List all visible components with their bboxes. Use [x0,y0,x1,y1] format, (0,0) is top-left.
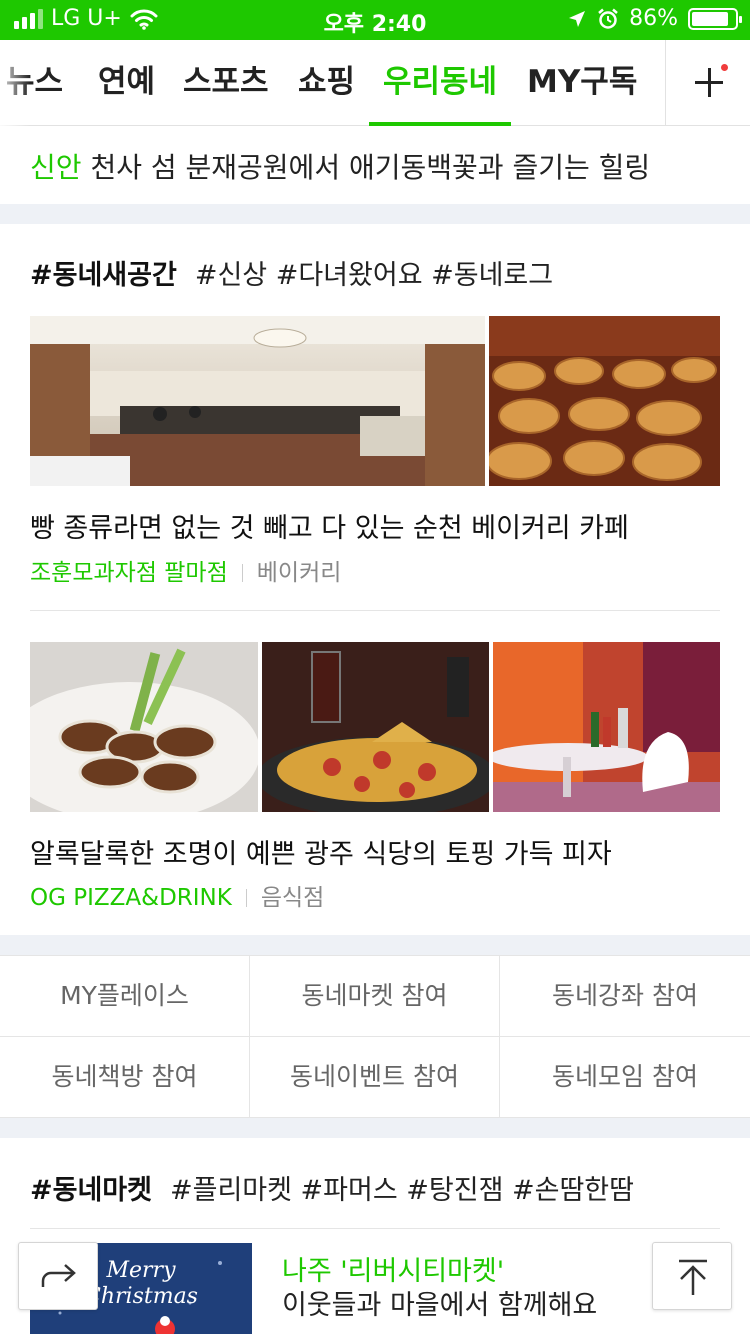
card-meta: OG PIZZA&DRINK 음식점 [30,878,324,912]
tab-neighborhood[interactable]: 우리동네 [368,40,512,126]
tab-shopping[interactable]: 쇼핑 [298,40,355,126]
divider [30,610,720,611]
neighborhood-event-join-link[interactable]: 동네이벤트 참여 [250,1037,500,1118]
divider [30,1228,720,1229]
new-space-tags: #신상 #다녀왔어요 #동네로그 [194,260,554,291]
market-item-region: 나주 '리버시티마켓' [282,1256,505,1287]
headline-text: 천사 섬 분재공원에서 애기동백꽃과 즐기는 힐링 [90,151,651,184]
card-meta: 조훈모과자점 팔마점 베이커리 [30,553,341,587]
section-gap [0,935,750,955]
market-header: #동네마켓 #플리마켓 #파머스 #탕진잼 #손땀한땀 [30,1168,634,1207]
tab-scroll: 뉴스 연예 스포츠 쇼핑 우리동네 MY구독 [0,40,665,126]
section-gap [0,1118,750,1138]
status-right: 86% [567,6,742,31]
headline-link[interactable]: 신안 천사 섬 분재공원에서 애기동백꽃과 즐기는 힐링 [0,126,750,204]
market-title: #동네마켓 [30,1175,152,1206]
my-place-link[interactable]: MY플레이스 [0,956,250,1037]
battery-percent: 86% [629,6,678,31]
headline-region: 신안 [30,151,82,184]
battery-icon [688,7,742,30]
share-arrow-icon [41,1264,76,1287]
quick-link-grid: MY플레이스 동네마켓 참여 동네강좌 참여 동네책방 참여 동네이벤트 참여 … [0,955,750,1118]
neighborhood-class-join-link[interactable]: 동네강좌 참여 [500,956,750,1037]
new-space-title: #동네새공간 [30,260,177,291]
card-title[interactable]: 빵 종류라면 없는 것 빼고 다 있는 순천 베이커리 카페 [30,506,629,545]
tab-entertainment[interactable]: 연예 [98,40,155,126]
scroll-to-top-button[interactable] [652,1242,732,1310]
store-category: 베이커리 [256,560,342,586]
card-title[interactable]: 알록달록한 조명이 예쁜 광주 식당의 토핑 가득 피자 [30,832,612,871]
tab-my-subscription[interactable]: MY구독 [527,40,637,126]
store-name[interactable]: OG PIZZA&DRINK [30,885,232,911]
section-gap [0,204,750,224]
share-button[interactable] [18,1242,98,1310]
market-item-description: 이웃들과 마을에서 함께해요 [282,1290,598,1321]
bread-display-photo[interactable] [489,316,720,486]
alarm-icon [598,8,618,29]
notification-dot [721,64,728,71]
restaurant-interior-photo[interactable] [493,642,720,812]
neighborhood-meetup-join-link[interactable]: 동네모임 참여 [500,1037,750,1118]
chicken-wings-photo[interactable] [30,642,258,812]
status-bar: LG U+ 오후 2:40 86% [0,0,750,40]
arrow-up-icon [679,1259,707,1295]
category-tab-bar: 뉴스 연예 스포츠 쇼핑 우리동네 MY구독 [0,40,750,126]
new-space-header: #동네새공간 #신상 #다녀왔어요 #동네로그 [30,253,553,292]
add-tab-button[interactable] [665,40,750,126]
neighborhood-bookstore-join-link[interactable]: 동네책방 참여 [0,1037,250,1118]
location-arrow-icon [569,10,586,27]
thumb-text-christmas: Christmas [84,1284,198,1309]
thumb-text-merry: Merry [105,1258,176,1283]
market-tags: #플리마켓 #파머스 #탕진잼 #손땀한땀 [169,1175,634,1206]
store-name[interactable]: 조훈모과자점 팔마점 [30,560,228,586]
tab-sports[interactable]: 스포츠 [183,40,269,126]
bakery-interior-photo[interactable] [30,316,485,486]
neighborhood-market-join-link[interactable]: 동네마켓 참여 [250,956,500,1037]
pizza-photo[interactable] [262,642,489,812]
store-category: 음식점 [260,885,325,911]
market-item-text[interactable]: 나주 '리버시티마켓' 이웃들과 마을에서 함께해요 [282,1255,597,1323]
